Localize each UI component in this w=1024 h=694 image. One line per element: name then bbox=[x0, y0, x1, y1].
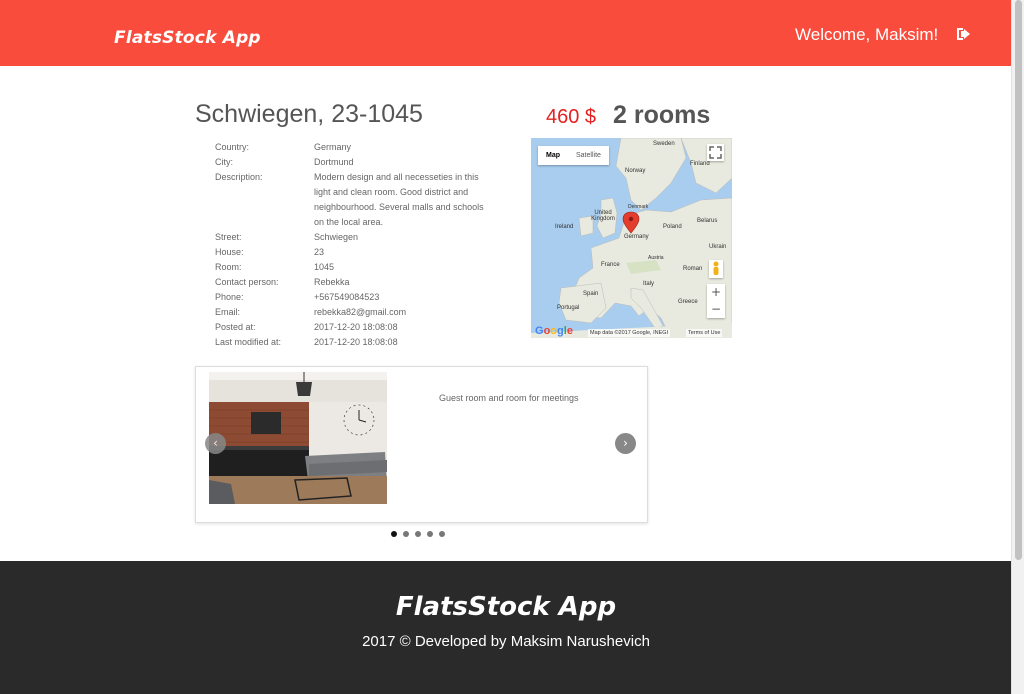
detail-value: Modern design and all necesseties in thi… bbox=[314, 172, 484, 227]
flat-price: 460 $ bbox=[546, 106, 597, 128]
top-navbar: FlatsStock App Welcome, Maksim! bbox=[0, 0, 1012, 66]
map-attribution: Map data ©2017 Google, INEGI bbox=[588, 329, 671, 337]
carousel-dot[interactable] bbox=[415, 531, 421, 537]
pegman-icon[interactable] bbox=[709, 260, 723, 278]
page-footer: FlatsStock App 2017 © Developed by Maksi… bbox=[0, 561, 1012, 694]
detail-row-description: Description: Modern design and all necess… bbox=[215, 170, 494, 230]
map-label-greece: Greece bbox=[678, 299, 698, 305]
photo-carousel: Guest room and room for meetings ‹ › bbox=[195, 366, 648, 523]
zoom-in-button[interactable]: + bbox=[707, 284, 725, 301]
location-map[interactable]: Sweden Finland Norway Denmark United Kin… bbox=[531, 138, 732, 338]
detail-value: Dortmund bbox=[314, 157, 354, 167]
carousel-dot[interactable] bbox=[391, 531, 397, 537]
map-label-ireland: Ireland bbox=[555, 224, 574, 230]
map-label-italy: Italy bbox=[643, 281, 655, 287]
map-label-sweden: Sweden bbox=[653, 141, 675, 147]
detail-row-house: House: 23 bbox=[215, 245, 494, 260]
detail-value: Germany bbox=[314, 142, 352, 152]
map-label-belarus: Belarus bbox=[697, 218, 718, 224]
detail-value: 2017-12-20 18:08:08 bbox=[314, 337, 398, 347]
detail-value: Rebekka bbox=[314, 277, 350, 287]
detail-row-contact: Contact person: Rebekka bbox=[215, 275, 494, 290]
fullscreen-icon[interactable] bbox=[707, 144, 724, 161]
footer-brand-logo: FlatsStock App bbox=[395, 592, 617, 622]
detail-label: Room: bbox=[215, 262, 242, 272]
map-label-finland: Finland bbox=[690, 161, 710, 167]
page-scrollbar[interactable] bbox=[1011, 0, 1024, 694]
map-label-uk: United Kingdom bbox=[591, 210, 615, 222]
detail-label: Email: bbox=[215, 307, 241, 317]
map-zoom-control: + − bbox=[707, 284, 725, 318]
map-label-france: France bbox=[601, 262, 620, 268]
carousel-prev-button[interactable]: ‹ bbox=[205, 433, 226, 454]
detail-row-modified: Last modified at: 2017-12-20 18:08:08 bbox=[215, 335, 494, 350]
map-label-denmark: Denmark bbox=[628, 204, 649, 210]
brand-logo[interactable]: FlatsStock App bbox=[114, 28, 261, 48]
zoom-out-button[interactable]: − bbox=[707, 301, 725, 318]
footer-copyright: 2017 © Developed by Maksim Narushevich bbox=[362, 633, 650, 650]
carousel-indicators bbox=[391, 531, 445, 537]
detail-row-room: Room: 1045 bbox=[215, 260, 494, 275]
map-label-romania: Roman bbox=[683, 266, 703, 272]
detail-label: Street: bbox=[215, 232, 242, 242]
sign-out-icon[interactable] bbox=[955, 26, 973, 42]
map-label-ukraine: Ukrain bbox=[709, 244, 727, 250]
google-logo: Google bbox=[535, 325, 573, 337]
detail-value: 1045 bbox=[314, 262, 335, 272]
map-tab[interactable]: Map bbox=[538, 146, 568, 165]
detail-value: 2017-12-20 18:08:08 bbox=[314, 322, 398, 332]
welcome-user-text[interactable]: Welcome, Maksim! bbox=[795, 25, 938, 45]
detail-row-email: Email: rebekka82@gmail.com bbox=[215, 305, 494, 320]
terms-of-use-link[interactable]: Terms of Use bbox=[686, 329, 723, 337]
detail-value: rebekka82@gmail.com bbox=[314, 307, 407, 317]
map-label-spain: Spain bbox=[583, 291, 599, 297]
flat-rooms: 2 rooms bbox=[613, 101, 711, 129]
detail-row-posted: Posted at: 2017-12-20 18:08:08 bbox=[215, 320, 494, 335]
detail-label: Last modified at: bbox=[215, 337, 282, 347]
detail-label: Description: bbox=[215, 172, 263, 182]
flat-details-list: Country: Germany City: Dortmund Descriptio… bbox=[215, 140, 494, 350]
satellite-tab[interactable]: Satellite bbox=[568, 146, 609, 165]
map-type-toggle: Map Satellite bbox=[538, 146, 609, 165]
detail-value: 23 bbox=[314, 247, 325, 257]
map-label-norway: Norway bbox=[625, 168, 646, 174]
map-label-austria: Austria bbox=[648, 255, 664, 261]
carousel-dot[interactable] bbox=[439, 531, 445, 537]
detail-label: House: bbox=[215, 247, 244, 257]
carousel-dot[interactable] bbox=[427, 531, 433, 537]
detail-label: Phone: bbox=[215, 292, 244, 302]
detail-label: City: bbox=[215, 157, 233, 167]
carousel-dot[interactable] bbox=[403, 531, 409, 537]
detail-label: Country: bbox=[215, 142, 250, 152]
detail-value: +567549084523 bbox=[314, 292, 380, 302]
flat-title: Schwiegen, 23-1045 bbox=[195, 100, 423, 128]
scrollbar-thumb[interactable] bbox=[1015, 0, 1022, 560]
detail-label: Posted at: bbox=[215, 322, 256, 332]
detail-label: Contact person: bbox=[215, 277, 279, 287]
detail-row-street: Street: Schwiegen bbox=[215, 230, 494, 245]
room-photo bbox=[209, 372, 387, 504]
detail-row-phone: Phone: +567549084523 bbox=[215, 290, 494, 305]
detail-row-city: City: Dortmund bbox=[215, 155, 494, 170]
slide-caption: Guest room and room for meetings bbox=[439, 393, 579, 403]
detail-value: Schwiegen bbox=[314, 232, 359, 242]
detail-row-country: Country: Germany bbox=[215, 140, 494, 155]
map-label-poland: Poland bbox=[663, 224, 682, 230]
map-label-germany: Germany bbox=[624, 234, 649, 240]
carousel-next-button[interactable]: › bbox=[615, 433, 636, 454]
map-label-portugal: Portugal bbox=[557, 305, 580, 311]
